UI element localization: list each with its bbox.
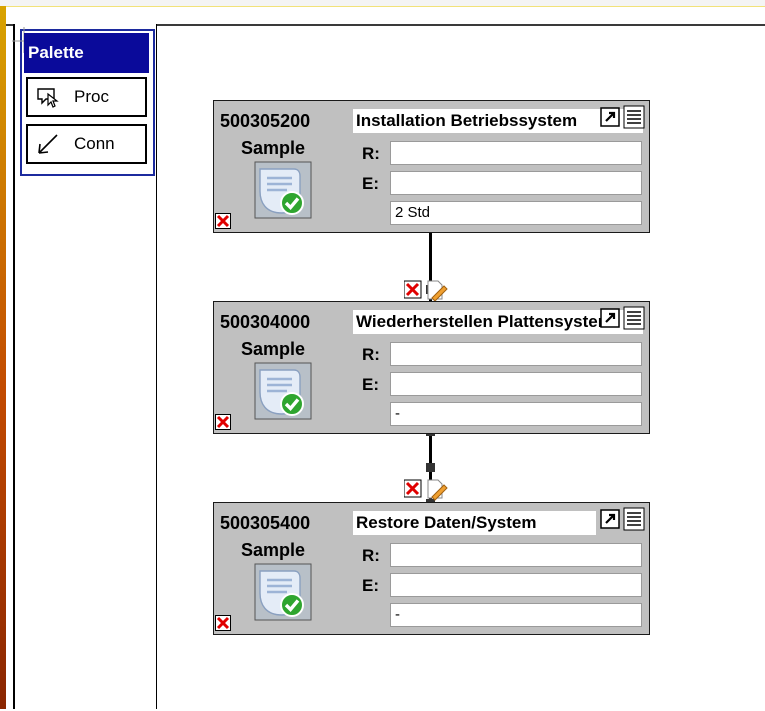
connection-arrow-icon — [38, 134, 58, 154]
process-status-icon — [254, 563, 312, 621]
process-number: 500305200 — [220, 111, 311, 131]
responsible-field[interactable] — [390, 342, 642, 366]
delete-connector-icon — [404, 280, 422, 299]
process-number: 500304000 — [220, 312, 311, 332]
node-actions[interactable] — [600, 104, 648, 130]
node-actions[interactable] — [600, 506, 648, 532]
responsible-field[interactable] — [390, 543, 642, 567]
node-actions[interactable] — [600, 305, 648, 331]
process-node[interactable]: 500305200 Installation Betriebssystem Sa… — [213, 100, 650, 233]
document-icon — [623, 507, 645, 531]
connector-handle[interactable] — [426, 463, 435, 472]
responsible-label: R: — [362, 345, 380, 364]
delete-node-icon[interactable] — [215, 615, 231, 631]
duration-field[interactable]: - — [390, 402, 642, 426]
responsible-label: R: — [362, 546, 380, 565]
open-link-icon — [600, 308, 620, 328]
process-status-icon — [254, 362, 312, 420]
executor-label: E: — [362, 375, 379, 394]
responsible-field[interactable] — [390, 141, 642, 165]
process-subtitle: Sample — [241, 339, 306, 359]
process-node[interactable]: 500305400 Restore Daten/System Sample R:… — [213, 502, 650, 635]
duration-field[interactable]: - — [390, 603, 642, 627]
open-link-icon — [600, 509, 620, 529]
connector-actions-1[interactable] — [404, 280, 448, 302]
palette-panel: Palette Proc Conn — [12, 27, 155, 176]
process-tool-icon — [37, 88, 59, 108]
duration-field[interactable]: 2 Std — [390, 201, 642, 225]
edit-connector-icon — [427, 280, 448, 302]
document-icon — [623, 105, 645, 129]
process-subtitle: Sample — [241, 540, 306, 560]
delete-connector-icon — [404, 479, 422, 498]
executor-field[interactable] — [390, 171, 642, 195]
executor-label: E: — [362, 576, 379, 595]
edit-connector-icon — [427, 479, 448, 501]
window-top-bar — [0, 0, 765, 7]
palette-tool-conn[interactable]: Conn — [26, 124, 147, 164]
process-subtitle: Sample — [241, 138, 306, 158]
palette-title: Palette — [24, 33, 149, 73]
executor-field[interactable] — [390, 372, 642, 396]
process-title[interactable]: Restore Daten/System — [353, 511, 596, 535]
open-link-icon — [600, 107, 620, 127]
process-status-icon — [254, 161, 312, 219]
executor-field[interactable] — [390, 573, 642, 597]
process-number: 500305400 — [220, 513, 311, 533]
palette-tool-proc-label: Proc — [74, 87, 109, 106]
connector-actions-2[interactable] — [404, 479, 448, 501]
delete-node-icon[interactable] — [215, 213, 231, 229]
palette-tool-conn-label: Conn — [74, 134, 115, 153]
responsible-label: R: — [362, 144, 380, 163]
palette-tool-proc[interactable]: Proc — [26, 77, 147, 117]
executor-label: E: — [362, 174, 379, 193]
process-node[interactable]: 500304000 Wiederherstellen Plattensystem… — [213, 301, 650, 434]
delete-node-icon[interactable] — [215, 414, 231, 430]
document-icon — [623, 306, 645, 330]
